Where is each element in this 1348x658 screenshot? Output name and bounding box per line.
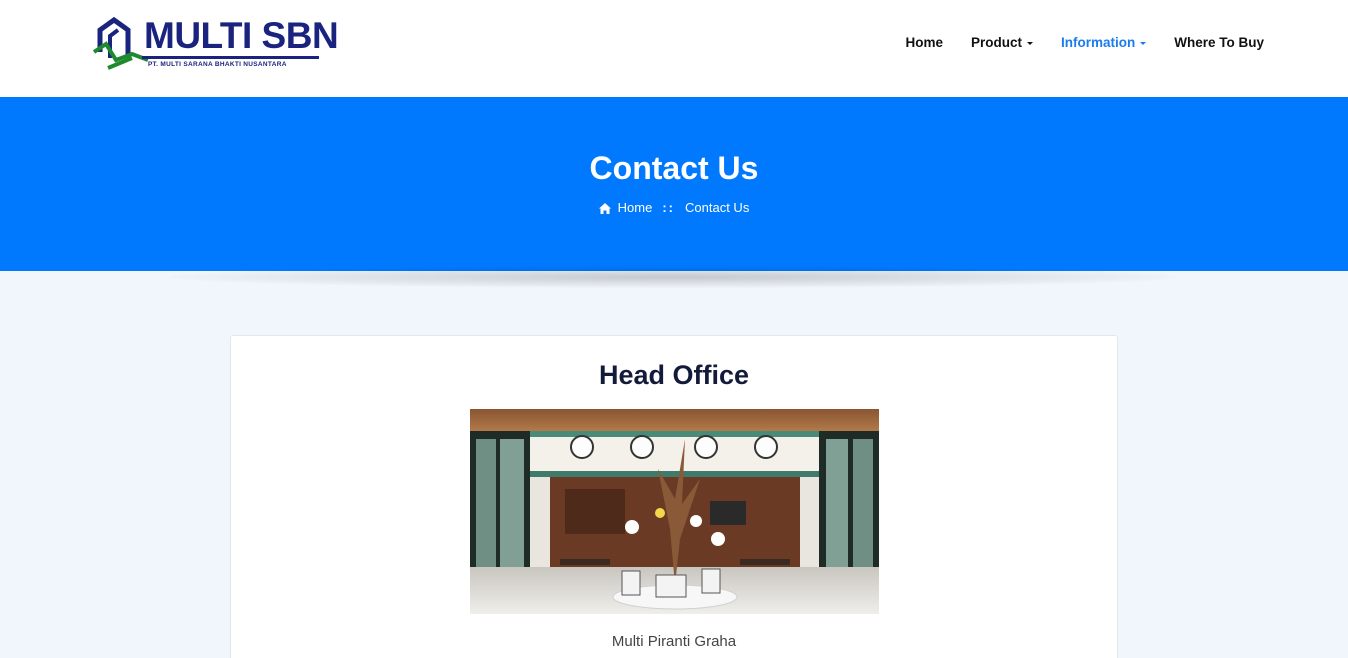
- photo-caption: Multi Piranti Graha: [611, 633, 737, 650]
- navbar: MULTI SBN PT. MULTI SARANA BHAKTI NUSANT…: [0, 0, 1348, 97]
- nav-information-label: Information: [1060, 35, 1136, 50]
- office-photo: [470, 409, 879, 614]
- home-icon: [598, 202, 611, 214]
- nav-home[interactable]: Home: [891, 34, 957, 52]
- chevron-down-icon: [1026, 41, 1033, 45]
- brand-name: MULTI SBN: [144, 15, 339, 56]
- nav-product-label: Product: [970, 35, 1022, 50]
- brand-logo[interactable]: MULTI SBN PT. MULTI SARANA BHAKTI NUSANT…: [92, 14, 339, 72]
- logo-mark-icon: [92, 16, 149, 70]
- chevron-down-icon: [1140, 41, 1147, 45]
- nav-where-to-buy-label: Where To Buy: [1174, 35, 1264, 50]
- brand-tagline: PT. MULTI SARANA BHAKTI NUSANTARA: [148, 61, 287, 68]
- nav-product[interactable]: Product: [957, 34, 1047, 52]
- breadcrumb-home-link[interactable]: Home: [618, 199, 653, 217]
- breadcrumb: Home :: Contact Us: [0, 199, 1348, 217]
- breadcrumb-current: Contact Us: [685, 200, 750, 215]
- nav-where-to-buy[interactable]: Where To Buy: [1160, 34, 1264, 52]
- section-title: Head Office: [598, 360, 750, 390]
- breadcrumb-separator: ::: [662, 200, 676, 215]
- banner-shadow: [170, 266, 1178, 288]
- page-title: Contact Us: [589, 150, 759, 186]
- logo-underline: [142, 56, 319, 59]
- nav-home-label: Home: [905, 35, 943, 50]
- nav-information[interactable]: Information: [1047, 34, 1160, 52]
- head-office-card: Head Office Multi Piranti Graha: [230, 335, 1118, 658]
- main-nav: Home Product Information Where To Buy: [891, 34, 1264, 52]
